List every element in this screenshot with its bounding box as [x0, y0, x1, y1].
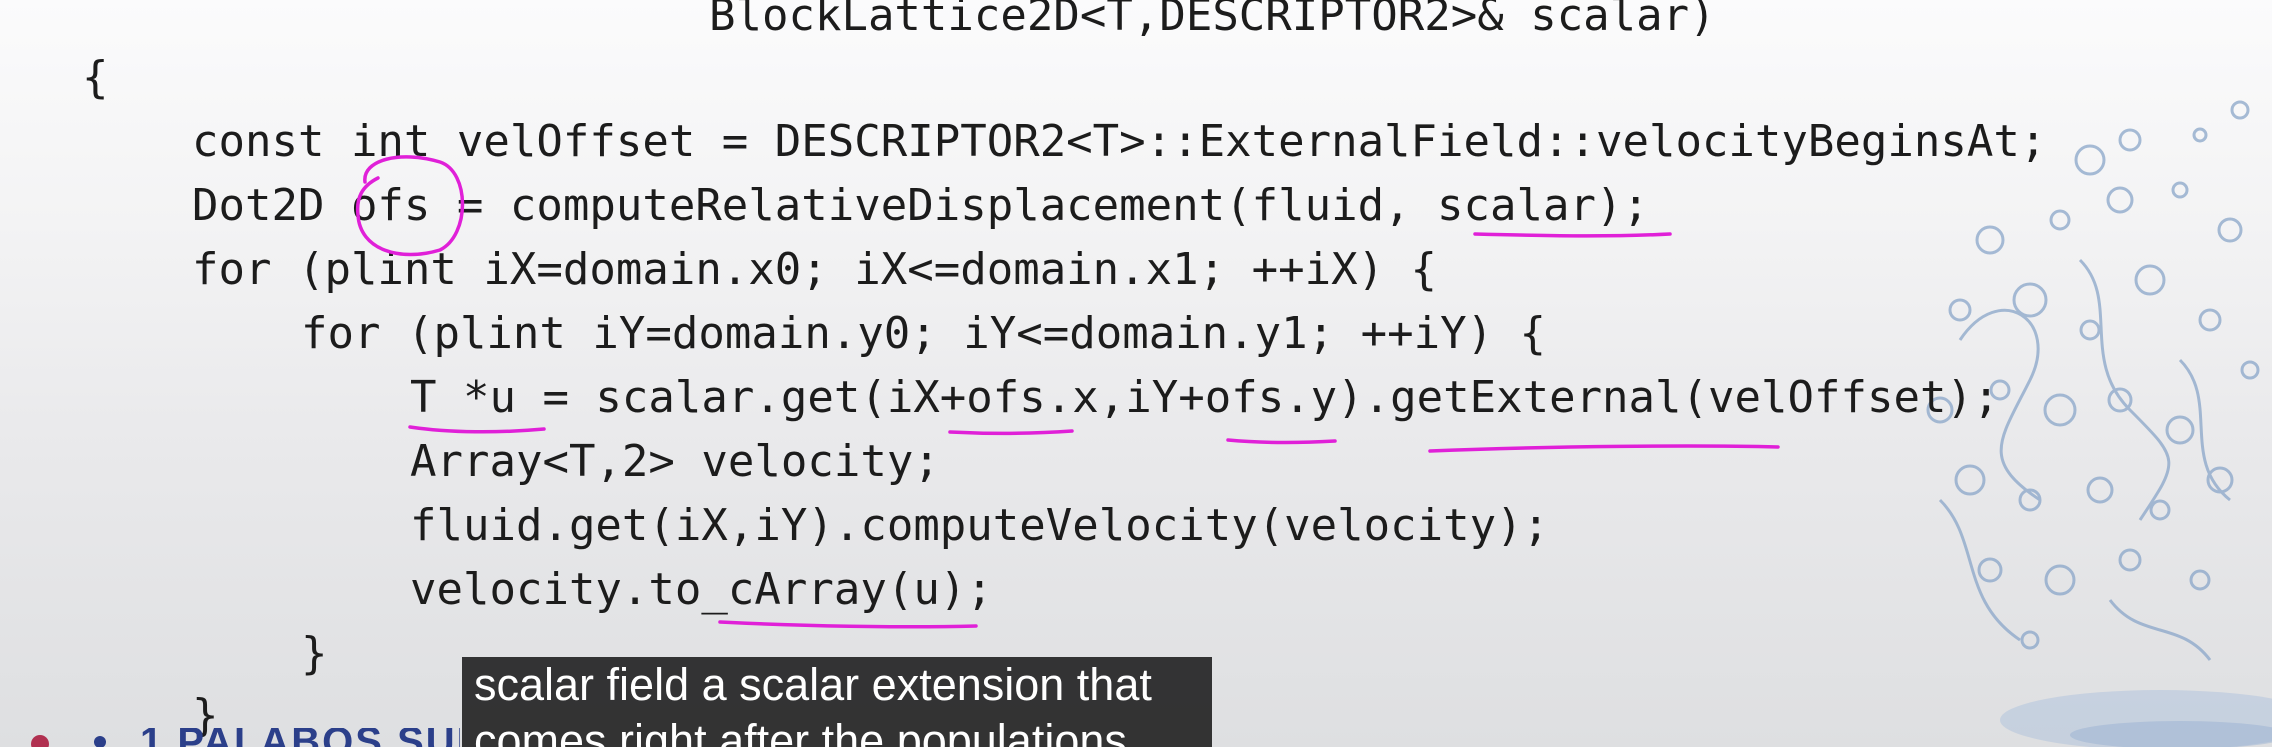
code-line-6: for (plint iY=domain.y0; iY<=domain.y1; … [301, 308, 1547, 359]
code-line-2: { [82, 52, 109, 103]
slide: BlockLattice2D<T,DESCRIPTOR2>& scalar) {… [0, 0, 2272, 747]
video-caption: scalar field a scalar extension that com… [462, 657, 1212, 747]
ofs-x-underline-annotation [948, 429, 1074, 436]
code-line-11: } [301, 628, 328, 679]
caption-line-2: comes right after the populations [474, 715, 1127, 747]
code-line-3: const int velOffset = DESCRIPTOR2<T>::Ex… [192, 116, 2047, 167]
getexternal-underline-annotation [1428, 444, 1780, 453]
ofs-y-underline-annotation [1226, 438, 1337, 445]
code-line-10: velocity.to_cArray(u); [410, 564, 993, 615]
carray-underline-annotation [718, 620, 978, 629]
code-line-7: T *u = scalar.get(iX+ofs.x,iY+ofs.y).get… [410, 372, 2000, 423]
code-line-4: Dot2D ofs = computeRelativeDisplacement(… [192, 180, 1649, 231]
caption-line-1: scalar field a scalar extension that [474, 659, 1152, 710]
footer-logo: 1 PALABOS SUM [0, 728, 460, 747]
code-line-5: for (plint iX=domain.x0; iX<=domain.x1; … [192, 244, 1438, 295]
logo-text: 1 PALABOS SUM [140, 728, 460, 747]
code-line-9: fluid.get(iX,iY).computeVelocity(velocit… [410, 500, 1550, 551]
logo-mark-icon [31, 735, 106, 747]
code-line-8: Array<T,2> velocity; [410, 436, 940, 487]
code-line-1: BlockLattice2D<T,DESCRIPTOR2>& scalar) [709, 0, 1716, 41]
